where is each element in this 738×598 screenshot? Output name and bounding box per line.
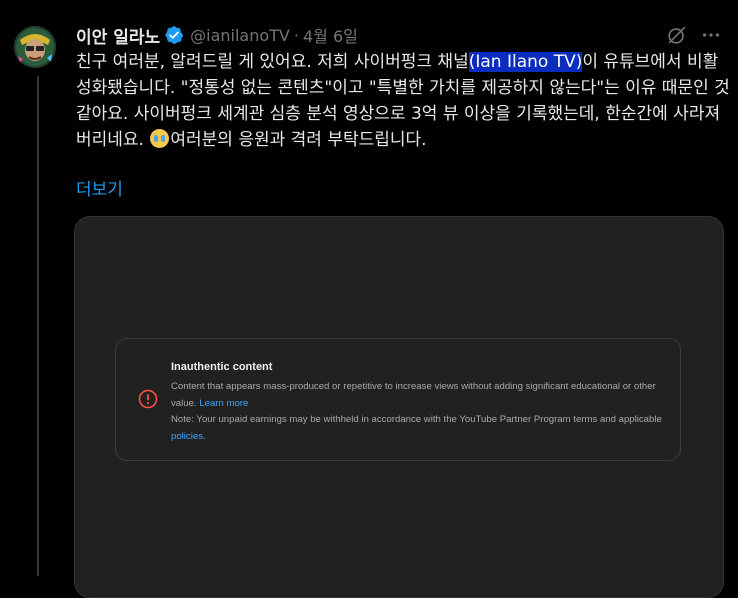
tweet-date[interactable]: 4월 6일 (303, 23, 358, 47)
verified-badge-icon[interactable] (164, 25, 184, 45)
header-separator: · (293, 25, 299, 45)
author-handle[interactable]: @ianilanoTV (190, 26, 290, 45)
more-options-icon[interactable] (700, 24, 722, 46)
policies-link[interactable]: policies (171, 431, 203, 442)
inauthentic-content-notice: Inauthentic content Content that appears… (115, 338, 681, 461)
notice-body-text2: Note: Your unpaid earnings may be withhe… (171, 414, 662, 425)
tweet-media-image[interactable]: Inauthentic content Content that appears… (74, 216, 724, 598)
avatar-image (14, 26, 56, 68)
grok-icon[interactable] (666, 24, 688, 46)
tweet-text: 친구 여러분, 알려드릴 게 있어요. 저희 사이버펑크 채널(Ian Ilan… (76, 49, 730, 153)
tweet-text-part1: 친구 여러분, 알려드릴 게 있어요. 저희 사이버펑크 채널 (76, 52, 469, 72)
notice-title: Inauthentic content (171, 361, 273, 373)
tweet-text-part3: 여러분의 응원과 격려 부탁드립니다. (170, 130, 427, 150)
tweet-text-highlight: (Ian Ilano TV) (468, 52, 583, 72)
learn-more-link[interactable]: Learn more (199, 398, 248, 409)
tweet-header: 이안 일라노 @ianilanoTV · 4월 6일 (76, 22, 358, 48)
warning-icon (138, 389, 158, 409)
show-more-link[interactable]: 더보기 (76, 175, 123, 200)
thread-line (37, 76, 39, 576)
author-name[interactable]: 이안 일라노 (76, 23, 160, 48)
notice-period: . (203, 430, 206, 442)
notice-body: Content that appears mass-produced or re… (171, 379, 671, 445)
loudly-crying-face-icon (150, 129, 170, 148)
avatar[interactable] (14, 26, 56, 68)
